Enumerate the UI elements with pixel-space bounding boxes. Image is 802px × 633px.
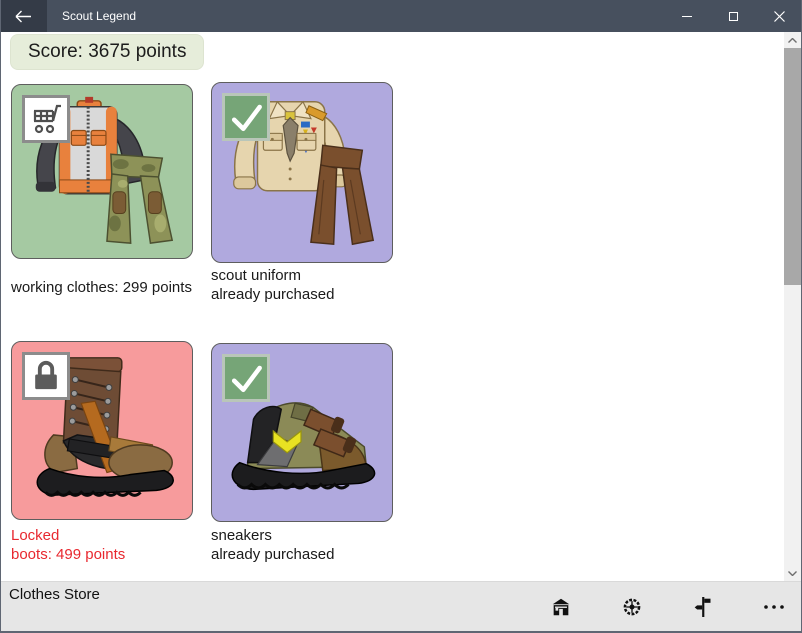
checkmark-icon — [231, 365, 262, 393]
caption-line: scout uniform — [211, 267, 302, 284]
caption-line: already purchased — [211, 546, 335, 563]
store-item-sneakers[interactable] — [211, 343, 393, 522]
signpost-button[interactable] — [690, 594, 716, 620]
title-bar: Scout Legend — [1, 0, 801, 32]
wheel-icon — [623, 598, 641, 615]
bottom-app-bar: Clothes Store — [1, 581, 801, 631]
store-page: Score: 3675 points working clothes: 299 … — [1, 32, 801, 581]
store-item-boots[interactable] — [11, 341, 193, 520]
window-title: Scout Legend — [62, 9, 137, 23]
back-arrow-icon — [15, 10, 31, 22]
store-item-scout-uniform[interactable] — [211, 82, 393, 263]
cart-badge — [22, 95, 70, 143]
minimize-icon — [682, 15, 692, 17]
back-button[interactable] — [1, 0, 47, 32]
caption-line: sneakers — [211, 527, 272, 544]
purchased-badge — [222, 93, 270, 141]
caption-line: already purchased — [211, 286, 335, 303]
close-button[interactable] — [756, 0, 801, 32]
sneakers-caption: sneakers already purchased — [211, 526, 334, 564]
chevron-up-icon — [788, 37, 797, 43]
padlock-icon — [35, 360, 57, 390]
scout-uniform-caption: scout uniform already purchased — [211, 266, 334, 304]
more-button[interactable] — [761, 594, 787, 620]
wheel-button[interactable] — [619, 594, 645, 620]
checkmark-icon — [231, 104, 262, 132]
vertical-scrollbar[interactable] — [784, 32, 801, 581]
scroll-down-button[interactable] — [784, 565, 801, 581]
shopping-cart-icon — [33, 104, 61, 134]
boots-caption: Locked boots: 499 points — [11, 526, 125, 564]
scroll-up-button[interactable] — [784, 32, 801, 48]
score-text: Score: 3675 points — [28, 41, 187, 62]
maximize-icon — [728, 11, 738, 21]
maximize-button[interactable] — [710, 0, 756, 32]
caption-line: working clothes: 299 points — [11, 279, 192, 296]
page-title: Clothes Store — [9, 586, 100, 603]
home-button[interactable] — [548, 594, 574, 620]
minimize-button[interactable] — [664, 0, 710, 32]
chevron-down-icon — [788, 570, 797, 576]
caption-line: boots: 499 points — [11, 546, 126, 563]
purchased-badge — [222, 354, 270, 402]
signpost-icon — [694, 596, 711, 617]
more-icon — [764, 604, 784, 609]
home-icon — [552, 598, 570, 615]
app-window: Scout Legend Score: 3675 points working … — [0, 0, 802, 633]
working-clothes-caption: working clothes: 299 points — [11, 278, 192, 297]
score-badge: Score: 3675 points — [11, 35, 204, 69]
store-item-working-clothes[interactable] — [11, 84, 193, 259]
window-controls — [664, 0, 801, 32]
scrollbar-thumb[interactable] — [784, 48, 801, 285]
close-icon — [773, 10, 785, 22]
caption-line: Locked — [11, 527, 60, 544]
locked-badge — [22, 352, 70, 400]
app-bar-buttons — [548, 582, 787, 631]
